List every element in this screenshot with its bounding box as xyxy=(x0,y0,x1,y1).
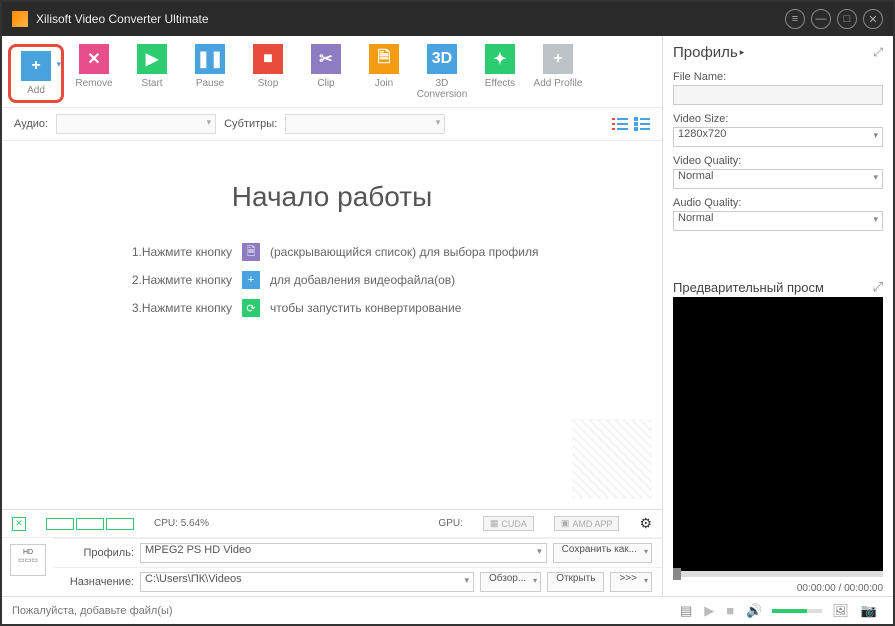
add-profile-button[interactable]: +Add Profile xyxy=(530,44,586,103)
statusbar: Пожалуйста, добавьте файл(ы) ▤ ▶ ■ 🔊 🖼 📷 xyxy=(2,596,893,624)
amd-button[interactable]: ▣ AMD APP xyxy=(554,516,620,531)
hd-profile-icon: HD▭▭▭ xyxy=(10,544,46,576)
left-pane: +Add✕Remove▶Start❚❚Pause■Stop✂Clip🗎Join3… xyxy=(2,36,663,596)
right-pane: Профиль▸ ⤢ File Name: Video Size: 1280x7… xyxy=(663,36,893,596)
preview-header: Предварительный просм ⤢ xyxy=(663,273,893,297)
main-area: Начало работы 1.Нажмите кнопку🗎(раскрыва… xyxy=(2,141,662,509)
subtitle-combo[interactable] xyxy=(285,114,445,134)
filename-input[interactable] xyxy=(673,85,883,105)
videosize-select[interactable]: 1280x720 xyxy=(673,127,883,147)
watermark-icon xyxy=(572,419,652,499)
more-button[interactable]: >>> xyxy=(610,572,652,592)
filename-label: File Name: xyxy=(673,71,883,83)
subtitle-label: Субтитры: xyxy=(224,118,277,130)
join-icon: 🗎 xyxy=(369,44,399,74)
step-item: 1.Нажмите кнопку🗎(раскрывающийся список)… xyxy=(112,243,552,261)
start-icon: ▶ xyxy=(137,44,167,74)
snapshot-icon[interactable]: 📷 xyxy=(861,603,877,619)
audio-combo[interactable] xyxy=(56,114,216,134)
join-button[interactable]: 🗎Join xyxy=(356,44,412,103)
main-toolbar: +Add✕Remove▶Start❚❚Pause■Stop✂Clip🗎Join3… xyxy=(2,36,662,108)
picture-icon[interactable]: 🖼 xyxy=(832,603,849,619)
stop-icon: ■ xyxy=(253,44,283,74)
sub-toolbar: Аудио: Субтитры: xyxy=(2,108,662,141)
clip-button[interactable]: ✂Clip xyxy=(298,44,354,103)
timeline-close-icon[interactable]: ✕ xyxy=(12,517,26,531)
profile-panel-header: Профиль▸ ⤢ xyxy=(663,36,893,65)
minimize-button[interactable]: — xyxy=(811,9,831,29)
detail-view-icon[interactable] xyxy=(634,117,650,131)
destination-combo[interactable]: C:\Users\ПК\Videos xyxy=(140,572,474,592)
profile-combo[interactable]: MPEG2 PS HD Video xyxy=(140,543,547,563)
welcome-heading: Начало работы xyxy=(22,181,642,213)
menu-icon[interactable]: ≡ xyxy=(785,9,805,29)
remove-button[interactable]: ✕Remove xyxy=(66,44,122,103)
open-button[interactable]: Открыть xyxy=(547,572,604,592)
status-text: Пожалуйста, добавьте файл(ы) xyxy=(12,605,173,617)
play-button[interactable]: ▶ xyxy=(704,603,714,619)
3d-conversion-icon: 3D xyxy=(427,44,457,74)
add-profile-icon: + xyxy=(543,44,573,74)
audio-label: Аудио: xyxy=(14,118,48,130)
cpu-value: 5.64% xyxy=(181,518,209,529)
destination-row: Назначение: C:\Users\ПК\Videos Обзор... … xyxy=(54,567,662,596)
preview-area xyxy=(673,297,883,571)
destination-label: Назначение: xyxy=(64,576,134,588)
cpu-label: CPU: xyxy=(154,518,178,529)
profile-row: Профиль: MPEG2 PS HD Video Сохранить как… xyxy=(54,538,662,567)
start-button[interactable]: ▶Start xyxy=(124,44,180,103)
browse-button[interactable]: Обзор... xyxy=(480,572,541,592)
step-icon: 🗎 xyxy=(242,243,260,261)
step-icon: + xyxy=(242,271,260,289)
maximize-button[interactable]: □ xyxy=(837,9,857,29)
preview-time: 00:00:00 / 00:00:00 xyxy=(663,581,893,596)
app-icon xyxy=(12,11,28,27)
titlebar: Xilisoft Video Converter Ultimate ≡ — □ … xyxy=(2,2,893,36)
stack-icon[interactable]: ▤ xyxy=(680,603,692,619)
add-button[interactable]: +Add xyxy=(8,44,64,103)
close-button[interactable]: ✕ xyxy=(863,9,883,29)
pause-button[interactable]: ❚❚Pause xyxy=(182,44,238,103)
profile-label: Профиль: xyxy=(64,547,134,559)
volume-slider[interactable] xyxy=(772,609,822,613)
preview-slider[interactable] xyxy=(673,571,883,577)
step-item: 2.Нажмите кнопку+для добавления видеофай… xyxy=(112,271,552,289)
aquality-select[interactable]: Normal xyxy=(673,211,883,231)
steps-list: 1.Нажмите кнопку🗎(раскрывающийся список)… xyxy=(112,243,552,317)
videosize-label: Video Size: xyxy=(673,113,883,125)
step-icon: ⟳ xyxy=(242,299,260,317)
aquality-label: Audio Quality: xyxy=(673,197,883,209)
clip-icon: ✂ xyxy=(311,44,341,74)
vquality-select[interactable]: Normal xyxy=(673,169,883,189)
pause-icon: ❚❚ xyxy=(195,44,225,74)
add-icon: + xyxy=(21,51,51,81)
volume-icon[interactable]: 🔊 xyxy=(746,603,762,619)
timeline-segments xyxy=(46,518,134,530)
vquality-label: Video Quality: xyxy=(673,155,883,167)
cuda-button[interactable]: ▦ CUDA xyxy=(483,516,534,531)
gpu-label: GPU: xyxy=(438,518,462,529)
stop-button[interactable]: ■ xyxy=(726,603,734,618)
timeline-bar: ✕ CPU: 5.64% GPU: ▦ CUDA ▣ AMD APP ⚙ xyxy=(2,509,662,537)
effects-button[interactable]: ✦Effects xyxy=(472,44,528,103)
expand-preview-icon[interactable]: ⤢ xyxy=(873,279,883,295)
3d-conversion-button[interactable]: 3D3D Conversion xyxy=(414,44,470,103)
effects-icon: ✦ xyxy=(485,44,515,74)
remove-icon: ✕ xyxy=(79,44,109,74)
gear-icon[interactable]: ⚙ xyxy=(639,515,652,532)
app-title: Xilisoft Video Converter Ultimate xyxy=(36,12,209,26)
expand-profile-icon[interactable]: ⤢ xyxy=(873,45,883,60)
list-view-icon[interactable] xyxy=(612,117,628,131)
stop-button[interactable]: ■Stop xyxy=(240,44,296,103)
step-item: 3.Нажмите кнопку⟳чтобы запустить конверт… xyxy=(112,299,552,317)
save-as-button[interactable]: Сохранить как... xyxy=(553,543,652,563)
